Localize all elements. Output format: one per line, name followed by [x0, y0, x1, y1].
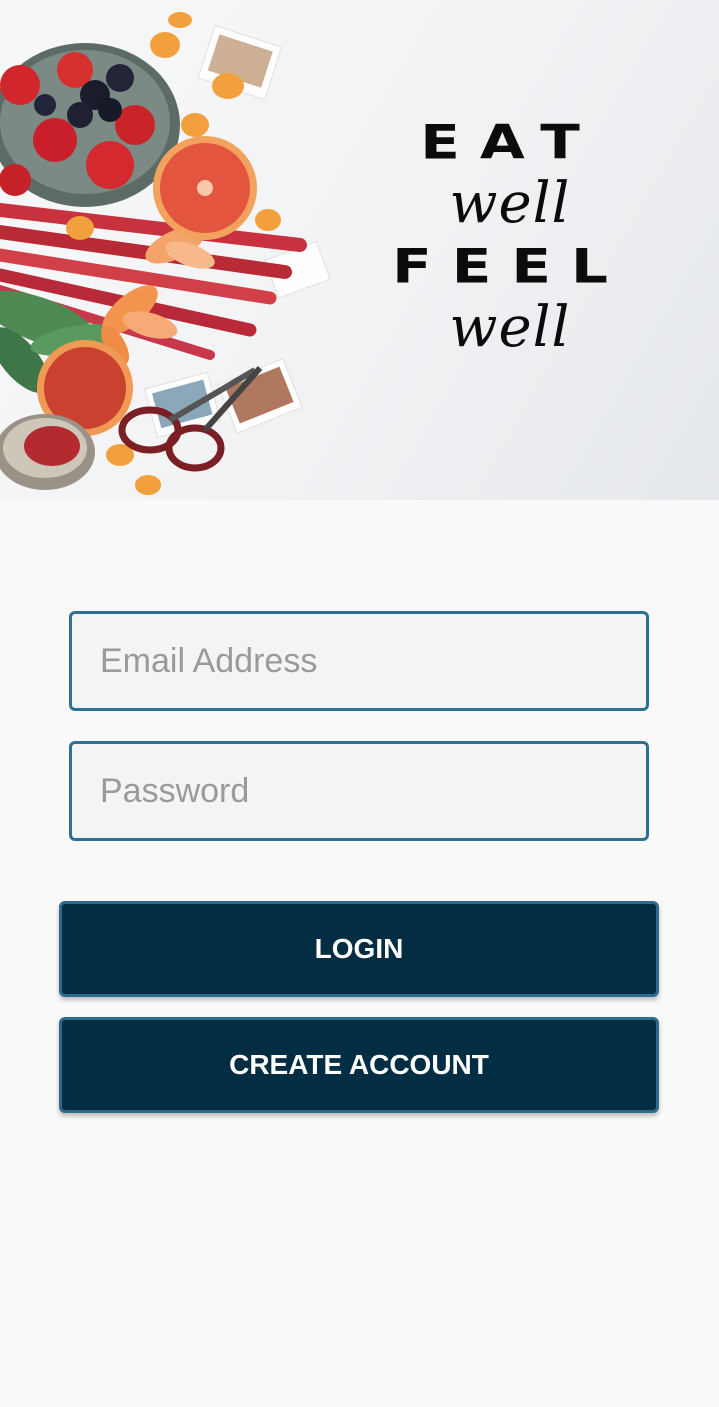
slogan-well-2: well	[449, 295, 571, 360]
password-field[interactable]	[69, 741, 649, 841]
login-button[interactable]: LOGIN	[59, 901, 659, 997]
slogan-feel: FEEL	[392, 238, 628, 294]
food-illustration	[0, 12, 331, 495]
password-input[interactable]	[72, 744, 646, 838]
hero-banner: EAT well FEEL well	[0, 0, 719, 500]
berry-bowl	[0, 43, 180, 207]
create-account-button[interactable]: CREATE ACCOUNT	[59, 1017, 659, 1113]
slogan: EAT well FEEL well	[380, 110, 640, 358]
slogan-eat: EAT	[420, 114, 600, 170]
slogan-well-1: well	[449, 171, 571, 236]
email-field[interactable]	[69, 611, 649, 711]
email-input[interactable]	[72, 614, 646, 708]
